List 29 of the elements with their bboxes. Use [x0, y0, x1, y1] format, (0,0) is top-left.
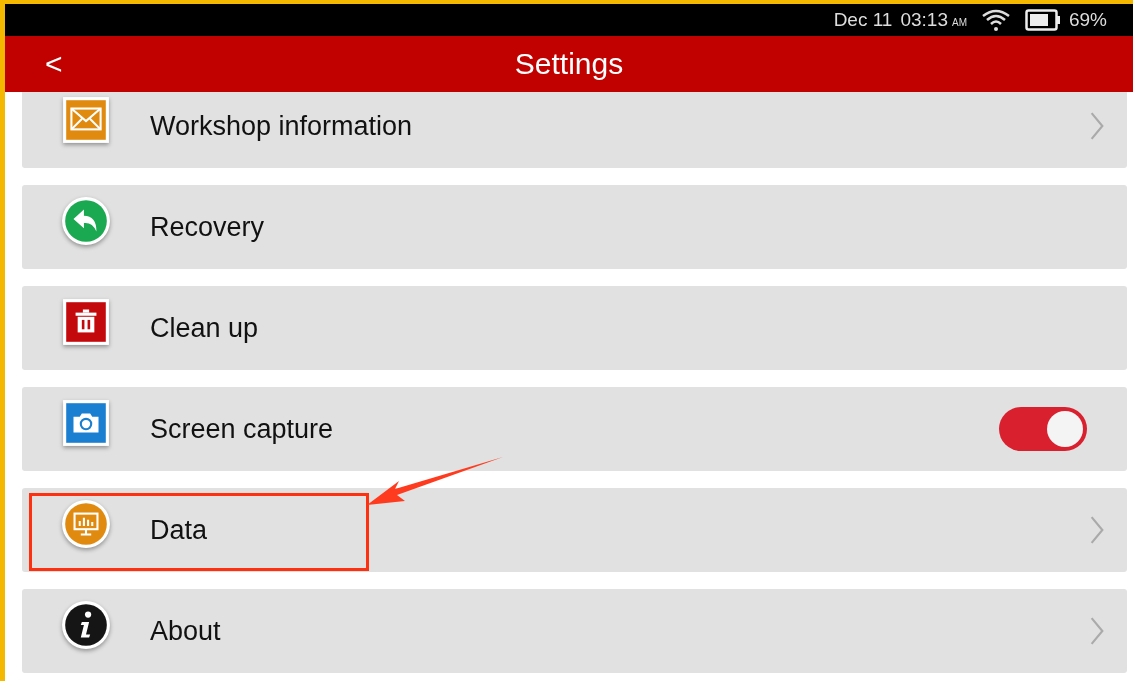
item-label: Workshop information [150, 110, 413, 142]
battery-icon [1024, 9, 1061, 31]
chevron-right-icon [1089, 616, 1105, 646]
settings-item[interactable]: Recovery [22, 185, 1127, 269]
envelope-icon [61, 95, 111, 145]
back-button[interactable]: < [37, 47, 71, 81]
item-label: Clean up [150, 312, 259, 344]
status-date: Dec 11 [833, 9, 893, 31]
settings-item[interactable]: Screen capture [22, 387, 1127, 471]
monitor-chart-icon [61, 499, 111, 549]
settings-item[interactable]: Workshop information [22, 92, 1127, 168]
settings-item[interactable]: Clean up [22, 286, 1127, 370]
item-label: Data [150, 514, 208, 546]
status-time: 03:13 [900, 9, 948, 31]
battery-percentage: 69% [1068, 9, 1107, 31]
info-icon [61, 600, 111, 650]
item-label: Screen capture [150, 413, 334, 445]
chevron-right-icon [1089, 111, 1105, 141]
settings-item[interactable]: Data [22, 488, 1127, 572]
item-label: About [150, 615, 221, 647]
status-meridiem: AM [951, 16, 967, 28]
chevron-right-icon [1089, 515, 1105, 545]
wifi-icon [980, 8, 1011, 32]
page-title: Settings [514, 47, 624, 81]
item-label: Recovery [150, 211, 265, 243]
camera-icon [61, 398, 111, 448]
toggle-switch[interactable] [999, 407, 1087, 451]
trash-icon [61, 297, 111, 347]
settings-item[interactable]: About [22, 589, 1127, 673]
